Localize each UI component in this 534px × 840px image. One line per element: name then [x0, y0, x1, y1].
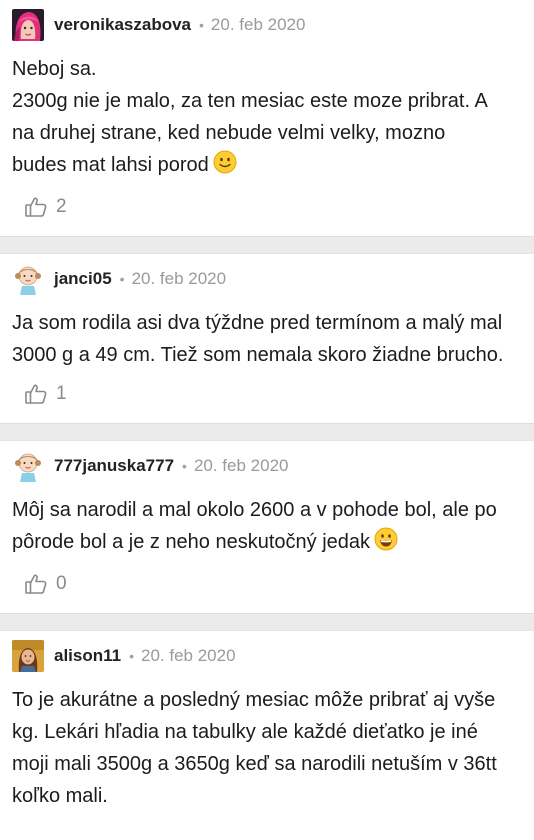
comment-body: To je akurátne a posledný mesiac môže pr…: [12, 681, 522, 812]
comment-body: Môj sa narodil a mal okolo 2600 a v poho…: [12, 491, 522, 561]
slight-smile-emoji: [213, 150, 237, 184]
thumbs-up-icon: [24, 572, 48, 596]
comment-date: 20. feb 2020: [141, 646, 236, 665]
comment-line: moji mali 3500g a 3650g keď sa narodili …: [12, 753, 497, 775]
comment-header: veronikaszabova • 20. feb 2020: [12, 0, 522, 50]
comment-header: 777januska777 • 20. feb 2020: [12, 441, 522, 491]
comment-line: kg. Lekári hľadia na tabulky ale každé d…: [12, 721, 478, 743]
grin-emoji: [374, 527, 398, 561]
comment-line: Neboj sa.: [12, 58, 97, 80]
comment-divider: [0, 236, 534, 254]
comment-username[interactable]: veronikaszabova: [54, 15, 191, 35]
comment-line: To je akurátne a posledný mesiac môže pr…: [12, 689, 496, 711]
comment-date: 20. feb 2020: [131, 269, 227, 288]
comment-line: pôrode bol a je z neho neskutočný jedak: [12, 531, 371, 553]
like-count: 2: [56, 196, 67, 217]
thumbs-up-icon: [24, 195, 48, 219]
thumbs-up-icon: [24, 382, 48, 406]
separator-dot: •: [129, 648, 135, 664]
avatar[interactable]: [12, 263, 44, 295]
avatar[interactable]: [12, 450, 44, 482]
comment-header: alison11 • 20. feb 2020: [12, 631, 522, 681]
separator-dot: •: [182, 458, 187, 474]
comment-body: Neboj sa. 2300g nie je malo, za ten mesi…: [12, 50, 522, 184]
comment-divider: [0, 423, 534, 441]
comment-item: 777januska777 • 20. feb 2020 Môj sa naro…: [0, 441, 534, 613]
comment-line-with-emoji: pôrode bol a je z neho neskutočný jedak: [12, 526, 518, 561]
like-button[interactable]: 1: [12, 371, 522, 423]
like-count: 0: [56, 573, 67, 594]
comment-line: Môj sa narodil a mal okolo 2600 a v poho…: [12, 499, 497, 521]
comment-line-with-emoji: budes mat lahsi porod: [12, 149, 518, 184]
comment-username[interactable]: alison11: [54, 646, 121, 666]
comment-line: budes mat lahsi porod: [12, 154, 209, 176]
avatar[interactable]: [12, 9, 44, 41]
separator-dot: •: [199, 17, 204, 33]
comment-line: 2300g nie je malo, za ten mesiac este mo…: [12, 90, 488, 112]
comment-line: na druhej strane, ked nebude velmi velky…: [12, 122, 446, 144]
like-count: 1: [56, 383, 67, 404]
comment-line: koľko mali.: [12, 785, 108, 807]
avatar[interactable]: [12, 640, 44, 672]
comment-date: 20. feb 2020: [193, 456, 289, 475]
comment-username[interactable]: 777januska777: [54, 456, 174, 476]
comment-item: alison11 • 20. feb 2020 To je akurátne a…: [0, 631, 534, 812]
comment-date: 20. feb 2020: [210, 15, 306, 34]
comment-item: veronikaszabova • 20. feb 2020 Neboj sa.…: [0, 0, 534, 236]
comment-item: janci05 • 20. feb 2020 Ja som rodila asi…: [0, 254, 534, 423]
like-button[interactable]: 2: [12, 184, 522, 236]
comment-username[interactable]: janci05: [54, 269, 112, 289]
comment-line: Ja som rodila asi dva týždne pred termín…: [12, 312, 503, 334]
comment-feed: veronikaszabova • 20. feb 2020 Neboj sa.…: [0, 0, 534, 812]
comment-line: 3000 g a 49 cm. Tiež som nemala skoro ži…: [12, 344, 504, 366]
comment-divider: [0, 613, 534, 631]
comment-header: janci05 • 20. feb 2020: [12, 254, 522, 304]
like-button[interactable]: 0: [12, 561, 522, 613]
comment-body: Ja som rodila asi dva týždne pred termín…: [12, 304, 522, 371]
separator-dot: •: [119, 271, 125, 287]
